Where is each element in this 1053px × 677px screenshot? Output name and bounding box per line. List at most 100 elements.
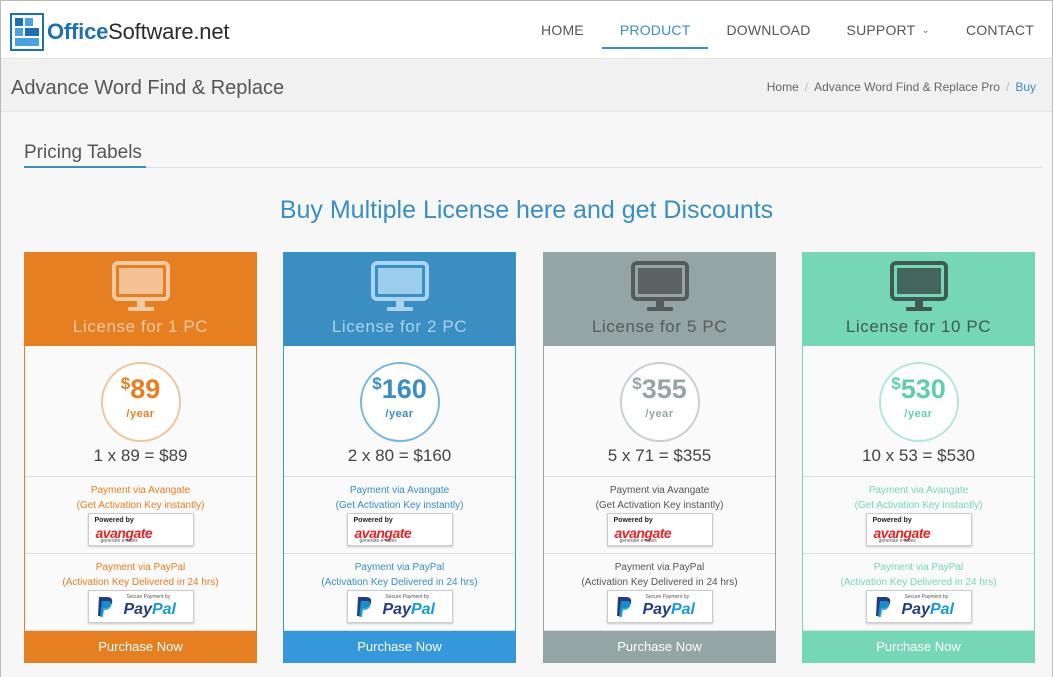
price-amount: 160	[381, 374, 427, 404]
paypal-badge[interactable]: Secure Payment by PayPal	[346, 590, 453, 623]
avangate-powered-by: Powered by	[353, 517, 393, 524]
price-circle: $160 /year	[359, 362, 440, 442]
payment-method-label: Payment via Avangate	[90, 485, 191, 496]
license-name: License for 1 PC	[72, 317, 209, 336]
payment-note: (Activation Key Delivered in 24 hrs)	[581, 577, 738, 588]
purchase-now-button[interactable]: Purchase Now	[803, 631, 1034, 662]
monitor-icon	[370, 261, 429, 311]
avangate-powered-by: Powered by	[613, 517, 653, 524]
paypal-logo: PayPal	[382, 601, 435, 618]
nav-contact[interactable]: CONTACT	[948, 1, 1052, 59]
nav-product[interactable]: PRODUCT	[601, 1, 709, 59]
price-block: $89 /year 1 x 89 = $89	[25, 346, 256, 477]
currency-symbol: $	[891, 374, 901, 393]
nav-home[interactable]: HOME	[523, 1, 602, 59]
avangate-powered-by: Powered by	[94, 517, 134, 524]
breadcrumb-product[interactable]: Advance Word Find & Replace Pro	[814, 80, 1000, 94]
paypal-badge[interactable]: Secure Payment by PayPal	[865, 590, 972, 623]
logo-text: OfficeSoftware.net	[47, 19, 230, 44]
avangate-badge[interactable]: Powered by avangate generate e-sales	[346, 513, 453, 546]
breadcrumb-separator: /	[804, 80, 809, 94]
purchase-now-button[interactable]: Purchase Now	[544, 631, 775, 662]
avangate-tagline: generate e-sales	[619, 538, 657, 544]
main-nav: HOME PRODUCT DOWNLOAD SUPPORT ⌄ CONTACT	[523, 1, 1052, 59]
pricing-card: License for 10 PC $530 /year 10 x 53 = $…	[802, 252, 1035, 663]
payment-method-label: Payment via Avangate	[349, 485, 450, 496]
payment-note: (Activation Key Delivered in 24 hrs)	[62, 577, 219, 588]
currency-symbol: $	[372, 374, 382, 393]
paypal-secure-text: Secure Payment by	[126, 594, 171, 600]
pricing-card: License for 5 PC $355 /year 5 x 71 = $35…	[543, 252, 776, 663]
purchase-now-button[interactable]: Purchase Now	[25, 631, 256, 662]
card-header: License for 1 PC	[25, 253, 256, 346]
payment-method-label: Payment via PayPal	[354, 562, 445, 573]
license-name: License for 2 PC	[331, 317, 468, 336]
nav-download[interactable]: DOWNLOAD	[708, 1, 828, 59]
pricing-section: Pricing Tabels Buy Multiple License here…	[1, 113, 1052, 677]
divider	[24, 167, 1043, 168]
paypal-badge[interactable]: Secure Payment by PayPal	[606, 590, 713, 623]
avangate-badge[interactable]: Powered by avangate generate e-sales	[87, 513, 194, 546]
payment-note: (Get Activation Key instantly)	[76, 500, 205, 511]
price-circle: $89 /year	[100, 362, 181, 442]
card-header: License for 10 PC	[803, 253, 1034, 346]
payment-note: (Get Activation Key instantly)	[595, 500, 724, 511]
price-period: /year	[385, 408, 414, 420]
monitor-icon	[630, 261, 689, 311]
logo-mark-icon	[10, 13, 44, 51]
avangate-tagline: generate e-sales	[359, 538, 397, 544]
avangate-payment: Payment via Avangate (Get Activation Key…	[25, 477, 256, 554]
payment-note: (Get Activation Key instantly)	[335, 500, 464, 511]
price-calculation: 1 x 89 = $89	[93, 446, 188, 465]
currency-symbol: $	[632, 374, 642, 393]
paypal-logo: PayPal	[901, 601, 954, 618]
chevron-down-icon: ⌄	[921, 24, 930, 36]
paypal-p-icon	[875, 597, 890, 617]
payment-note: (Activation Key Delivered in 24 hrs)	[840, 577, 997, 588]
site-logo[interactable]: OfficeSoftware.net	[10, 12, 229, 52]
avangate-badge[interactable]: Powered by avangate generate e-sales	[606, 513, 713, 546]
price-calculation: 5 x 71 = $355	[607, 446, 712, 465]
avangate-tagline: generate e-sales	[878, 538, 916, 544]
price-amount: 89	[130, 374, 161, 404]
divider-accent	[24, 166, 146, 168]
paypal-logo: PayPal	[123, 601, 176, 618]
payment-note: (Activation Key Delivered in 24 hrs)	[321, 577, 478, 588]
avangate-badge[interactable]: Powered by avangate generate e-sales	[865, 513, 972, 546]
pricing-card: License for 2 PC $160 /year 2 x 80 = $16…	[283, 252, 516, 663]
paypal-p-icon	[616, 597, 631, 617]
pricing-card: License for 1 PC $89 /year 1 x 89 = $89 …	[24, 252, 257, 663]
payment-method-label: Payment via Avangate	[868, 485, 969, 496]
breadcrumb-bar: Advance Word Find & Replace Home / Advan…	[1, 60, 1052, 112]
price-calculation: 10 x 53 = $530	[862, 446, 975, 465]
card-header: License for 5 PC	[544, 253, 775, 346]
price-block: $355 /year 5 x 71 = $355	[544, 346, 775, 477]
paypal-badge[interactable]: Secure Payment by PayPal	[87, 590, 194, 623]
payment-method-label: Payment via PayPal	[614, 562, 705, 573]
price-circle: $355 /year	[619, 362, 700, 442]
paypal-payment: Payment via PayPal (Activation Key Deliv…	[803, 554, 1034, 631]
monitor-icon	[889, 261, 948, 311]
avangate-payment: Payment via Avangate (Get Activation Key…	[544, 477, 775, 554]
breadcrumb-home[interactable]: Home	[767, 80, 799, 94]
price-amount: 355	[641, 374, 687, 404]
price-block: $160 /year 2 x 80 = $160	[284, 346, 515, 477]
nav-support[interactable]: SUPPORT ⌄	[829, 1, 948, 59]
price-amount: 530	[900, 374, 946, 404]
card-header: License for 2 PC	[284, 253, 515, 346]
avangate-payment: Payment via Avangate (Get Activation Key…	[803, 477, 1034, 554]
headline: Buy Multiple License here and get Discou…	[279, 196, 774, 224]
price-calculation: 2 x 80 = $160	[347, 446, 452, 465]
monitor-icon	[111, 261, 170, 311]
purchase-now-button[interactable]: Purchase Now	[284, 631, 515, 662]
avangate-payment: Payment via Avangate (Get Activation Key…	[284, 477, 515, 554]
paypal-payment: Payment via PayPal (Activation Key Deliv…	[544, 554, 775, 631]
paypal-secure-text: Secure Payment by	[904, 594, 949, 600]
paypal-p-icon	[356, 597, 371, 617]
paypal-logo: PayPal	[642, 601, 695, 618]
paypal-payment: Payment via PayPal (Activation Key Deliv…	[25, 554, 256, 631]
avangate-tagline: generate e-sales	[100, 538, 138, 544]
price-period: /year	[126, 408, 155, 420]
breadcrumb-current: Buy	[1015, 80, 1036, 94]
price-block: $530 /year 10 x 53 = $530	[803, 346, 1034, 477]
